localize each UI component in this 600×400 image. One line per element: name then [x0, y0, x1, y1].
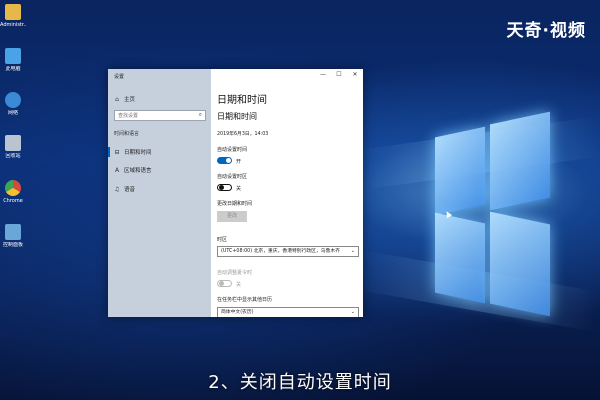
auto-time-label: 自动设置时间	[217, 147, 248, 153]
sidebar-item-region-language[interactable]: A 区域和语言	[108, 163, 211, 177]
auto-timezone-state: 关	[236, 186, 242, 192]
desktop-icon-control-panel[interactable]: 控制面板	[0, 224, 26, 248]
timezone-value: (UTC+08:00) 北京，重庆，香港特别行政区，乌鲁木齐	[221, 249, 340, 254]
sidebar-item-label: 语音	[124, 187, 136, 193]
window-controls: — ☐ ✕	[319, 71, 359, 78]
video-subtitle: 2、关闭自动设置时间	[208, 372, 392, 393]
current-datetime: 2019年6月3日，14:03	[217, 132, 269, 137]
close-button[interactable]: ✕	[351, 71, 359, 78]
desktop-icon-network[interactable]: 网络	[0, 92, 26, 116]
sidebar-section-header: 时间和语言	[114, 131, 140, 137]
minimize-button[interactable]: —	[319, 71, 327, 78]
auto-timezone-label: 自动设置时区	[217, 174, 248, 180]
calendar-label: 在任务栏中显示其他日历	[217, 297, 273, 303]
nav-home[interactable]: ⌂ 主页	[114, 95, 136, 104]
recycle-bin-icon	[5, 135, 21, 151]
desktop-icon-this-pc[interactable]: 此电脑	[0, 48, 26, 72]
timezone-select[interactable]: (UTC+08:00) 北京，重庆，香港特别行政区，乌鲁木齐 ⌄	[217, 246, 359, 257]
control-panel-icon	[5, 224, 21, 240]
windows-logo	[395, 111, 555, 328]
dst-toggle[interactable]	[217, 280, 232, 287]
chevron-down-icon: ⌄	[350, 248, 355, 254]
network-icon	[5, 92, 21, 108]
auto-time-state: 开	[236, 159, 242, 165]
chrome-icon	[5, 180, 21, 196]
dst-state: 关	[236, 282, 242, 288]
desktop-icon-recycle-bin[interactable]: 回收站	[0, 135, 26, 159]
user-folder-icon	[5, 4, 21, 20]
calendar-value: 简体中文(农历)	[221, 310, 254, 315]
calendar-select[interactable]: 简体中文(农历) ⌄	[217, 307, 359, 317]
timezone-label: 时区	[217, 237, 228, 243]
watermark-logo: 天奇·视频	[506, 21, 586, 41]
change-button[interactable]: 更改	[217, 211, 247, 222]
sidebar-item-label: 日期和时间	[124, 150, 152, 156]
computer-icon	[5, 48, 21, 64]
auto-time-toggle[interactable]	[217, 157, 232, 164]
search-placeholder: 查找设置	[118, 113, 139, 119]
nav-home-label: 主页	[124, 97, 136, 103]
settings-window: 设置 ⌂ 主页 查找设置 ⌕ 时间和语言 ⊟ 日期和时间 A 区域和语言 ♫ 语…	[108, 69, 363, 317]
sidebar-item-speech[interactable]: ♫ 语音	[108, 182, 211, 196]
sidebar-item-label: 区域和语言	[124, 168, 152, 174]
chevron-down-icon: ⌄	[350, 309, 355, 315]
change-datetime-label: 更改日期和时间	[217, 201, 253, 207]
desktop-icon-chrome[interactable]: Chrome	[0, 180, 26, 204]
settings-main-pane: — ☐ ✕ 日期和时间 日期和时间 2019年6月3日，14:03 自动设置时间…	[211, 69, 363, 317]
search-input[interactable]: 查找设置 ⌕	[114, 110, 206, 121]
desktop-icon-administrator[interactable]: Administr...	[0, 4, 26, 28]
auto-timezone-toggle[interactable]	[217, 184, 232, 191]
sidebar-item-date-time[interactable]: ⊟ 日期和时间	[108, 145, 211, 159]
section-title: 日期和时间	[217, 112, 257, 121]
calendar-clock-icon: ⊟	[114, 148, 120, 156]
window-title: 设置	[114, 74, 125, 80]
settings-sidebar: 设置 ⌂ 主页 查找设置 ⌕ 时间和语言 ⊟ 日期和时间 A 区域和语言 ♫ 语…	[108, 69, 211, 317]
region-language-icon: A	[114, 166, 120, 174]
dst-label: 自动调整夏令时	[217, 270, 253, 276]
microphone-icon: ♫	[114, 185, 120, 193]
search-icon: ⌕	[198, 111, 202, 118]
maximize-button[interactable]: ☐	[335, 71, 343, 78]
home-icon: ⌂	[115, 95, 119, 103]
page-title: 日期和时间	[217, 95, 267, 106]
